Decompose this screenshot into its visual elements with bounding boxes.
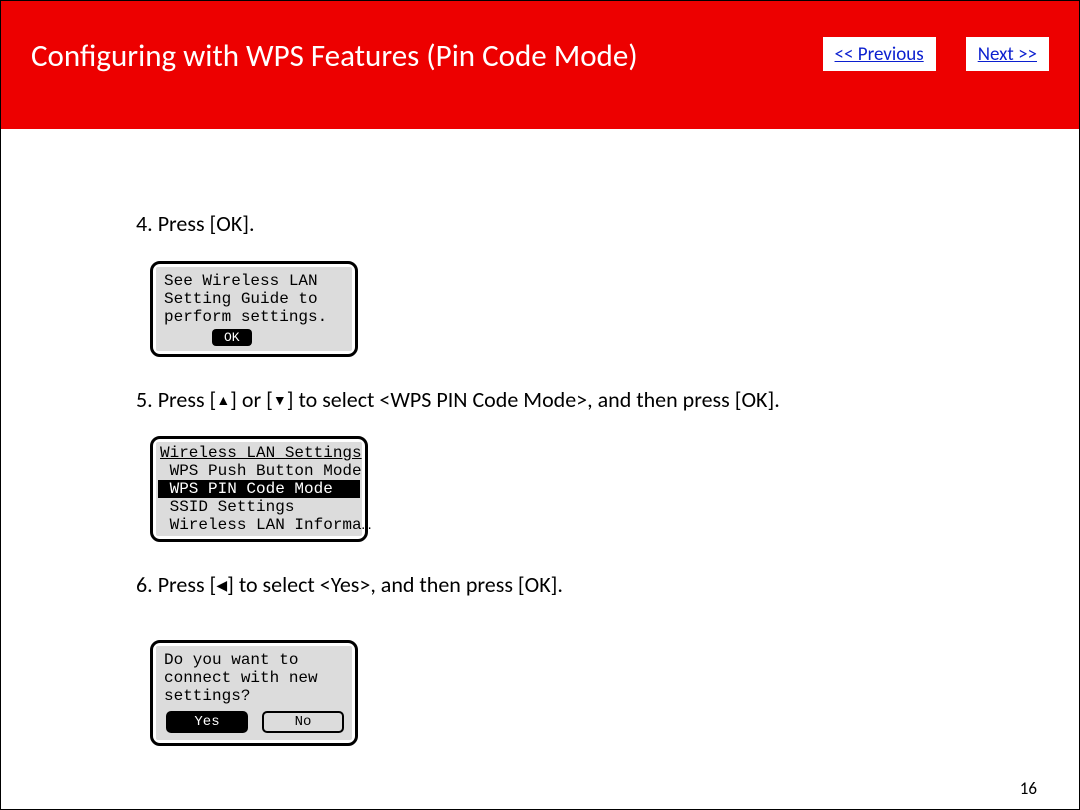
- lcd1-line1: See Wireless LAN: [164, 272, 344, 290]
- lcd3-line3: settings?: [164, 687, 344, 705]
- step-4-prefix: 4.: [136, 210, 158, 237]
- lcd2-opt4: Wireless LAN Informa…: [160, 516, 358, 534]
- lcd2-opt2-selected: WPS PIN Code Mode: [158, 480, 360, 498]
- page-number: 16: [1020, 778, 1037, 799]
- lcd2-opt3: SSID Settings: [160, 498, 358, 516]
- up-arrow-icon: ▲: [216, 392, 230, 409]
- step-5-post: ] to select <WPS PIN Code Mode>, and the…: [287, 386, 780, 413]
- header-bar: Configuring with WPS Features (Pin Code …: [1, 1, 1079, 129]
- lcd3-yes-button: Yes: [166, 711, 248, 733]
- page: Configuring with WPS Features (Pin Code …: [0, 0, 1080, 810]
- next-button[interactable]: Next >>: [966, 37, 1049, 71]
- step-6-pre: Press [: [158, 571, 217, 598]
- lcd3-line2: connect with new: [164, 669, 344, 687]
- step-4: 4. Press [OK].: [136, 209, 1079, 239]
- lcd-screen-1: See Wireless LAN Setting Guide to perfor…: [150, 261, 358, 357]
- lcd3-no-button: No: [262, 711, 344, 733]
- step-5-prefix: 5.: [136, 386, 158, 413]
- lcd1-line2: Setting Guide to: [164, 290, 344, 308]
- previous-button[interactable]: << Previous: [823, 37, 936, 71]
- step-6: 6. Press [◀] to select <Yes>, and then p…: [136, 570, 1079, 600]
- content-area: 4. Press [OK]. See Wireless LAN Setting …: [1, 129, 1079, 764]
- page-title: Configuring with WPS Features (Pin Code …: [31, 37, 823, 75]
- lcd3-line1: Do you want to: [164, 651, 344, 669]
- step-4-text: Press [OK].: [158, 210, 255, 237]
- down-arrow-icon: ▼: [273, 392, 287, 409]
- lcd2-title: Wireless LAN Settings: [160, 444, 358, 462]
- lcd-screen-2: Wireless LAN Settings WPS Push Button Mo…: [150, 436, 368, 542]
- step-5-mid: ] or [: [230, 386, 273, 413]
- lcd1-ok-button: OK: [212, 329, 252, 346]
- step-6-prefix: 6.: [136, 571, 158, 598]
- step-5: 5. Press [▲] or [▼] to select <WPS PIN C…: [136, 385, 1079, 415]
- left-arrow-icon: ◀: [216, 577, 227, 594]
- step-5-pre: Press [: [158, 386, 217, 413]
- step-6-post: ] to select <Yes>, and then press [OK].: [227, 571, 563, 598]
- lcd1-line3: perform settings.: [164, 308, 344, 326]
- lcd2-opt1: WPS Push Button Mode: [160, 462, 358, 480]
- lcd-screen-3: Do you want to connect with new settings…: [150, 640, 358, 746]
